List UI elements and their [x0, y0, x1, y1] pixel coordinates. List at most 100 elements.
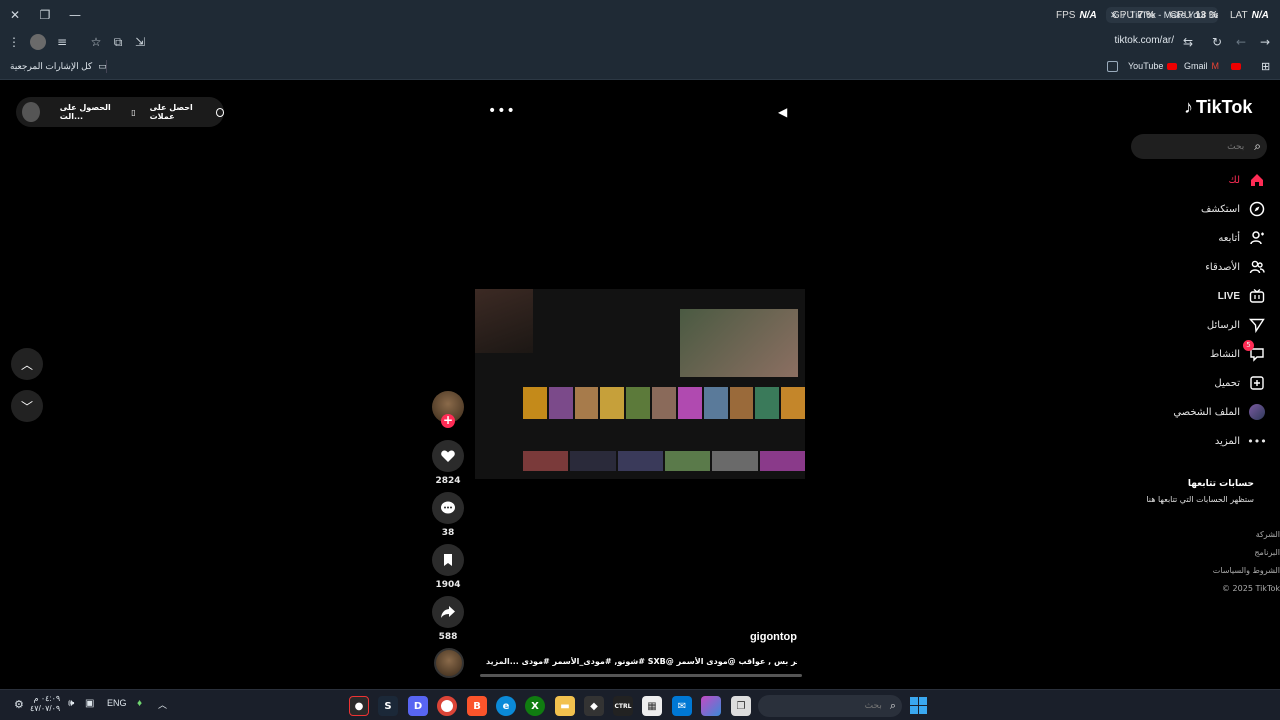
gpu-readout: GPU 7 % — [1112, 10, 1155, 21]
nav-friends[interactable]: الأصدقاء — [1205, 256, 1266, 278]
taskbar-app-chrome[interactable] — [437, 696, 457, 716]
search-box[interactable]: ⌕ — [1131, 134, 1267, 159]
search-input[interactable] — [1148, 141, 1245, 152]
all-bookmarks-folder[interactable]: كل الإشارات المرجعية ▭ — [10, 61, 107, 72]
video-caption-row: المزيد تأخر بس , عواقب @مودى الأسمر @SXB… — [486, 657, 797, 666]
network-icon[interactable]: ▣ — [85, 698, 94, 709]
search-icon[interactable]: ⌕ — [1254, 139, 1261, 154]
comment-icon — [441, 501, 455, 514]
lat-readout: LAT N/A — [1230, 10, 1269, 21]
next-video-button[interactable]: ﹀ — [11, 390, 43, 422]
share-button[interactable] — [432, 596, 464, 628]
user-avatar[interactable] — [22, 102, 40, 122]
footer-copyright: © 2025 TikTok — [1222, 584, 1280, 593]
apps-grid-icon[interactable]: ⊞ — [1261, 60, 1270, 73]
save-button[interactable] — [432, 544, 464, 576]
bookmark-icon — [444, 554, 452, 566]
heart-icon — [441, 450, 455, 462]
taskbar-app-copilot[interactable] — [701, 696, 721, 716]
video-author[interactable]: gigontop — [700, 631, 797, 643]
video-preview-thumbnail — [680, 309, 798, 377]
reload-icon[interactable]: ↻ — [1209, 34, 1225, 50]
clock[interactable]: ٠٤:٠٩ م ٤٧/٠٧/٠٩ — [30, 694, 60, 714]
more-options-icon[interactable]: ••• — [488, 103, 516, 119]
nav-for-you[interactable]: لك — [1229, 169, 1266, 191]
nav-following[interactable]: أتابعه — [1218, 227, 1266, 249]
install-app-icon[interactable]: ⇲ — [132, 34, 148, 50]
bookmark-star-icon[interactable]: ☆ — [88, 34, 104, 50]
site-settings-icon[interactable]: ⇆ — [1180, 34, 1196, 50]
get-app-button[interactable]: الحصول على الت... ▯ — [60, 103, 136, 121]
taskbar-app-recorder[interactable]: ● — [349, 696, 369, 716]
windows-start-icon[interactable] — [910, 697, 927, 714]
minimize-window-icon[interactable]: — — [66, 6, 84, 24]
nav-live[interactable]: LIVE — [1218, 285, 1266, 307]
settings-gear-icon[interactable]: ⚙ — [14, 698, 24, 711]
live-icon — [1248, 287, 1266, 305]
music-disc-avatar[interactable] — [434, 648, 464, 678]
get-coins-button[interactable]: احصل على عملات — [150, 103, 224, 121]
nav-upload[interactable]: تحميل — [1214, 372, 1266, 394]
bookmarks-bar: كل الإشارات المرجعية ▭ YouTube Gmail M ⊞ — [0, 54, 1280, 80]
speaker-icon[interactable]: 🕪 — [68, 698, 74, 709]
chevron-down-icon: ﹀ — [20, 399, 33, 414]
restore-window-icon[interactable]: ❐ — [36, 6, 54, 24]
taskbar-app-explorer[interactable]: ▬ — [555, 696, 575, 716]
follow-plus-icon[interactable]: + — [441, 414, 455, 428]
like-button[interactable] — [432, 440, 464, 472]
taskbar-task-view-icon[interactable]: ❐ — [731, 696, 751, 716]
browser-toolbar: ⋮ ≡ ☆ ⧉ ⇲ tiktok.com/ar/ ⇆ ↻ ← → — [0, 30, 1280, 54]
taskbar-search-icon: ⌕ — [889, 699, 896, 712]
taskbar-app-xbox[interactable]: X — [525, 696, 545, 716]
bookmark-page-icon[interactable] — [1107, 61, 1118, 72]
activity-icon: 5 — [1243, 340, 1266, 363]
forward-icon[interactable]: ← — [1233, 34, 1249, 50]
nav-explore[interactable]: استكشف — [1201, 198, 1266, 220]
profile-avatar-icon[interactable] — [30, 34, 46, 50]
phone-icon: ▯ — [131, 107, 136, 117]
caption-more-link[interactable]: المزيد — [486, 657, 510, 666]
gmail-bookmark[interactable]: Gmail M — [1184, 61, 1219, 71]
nav-profile[interactable]: الملف الشخصي — [1173, 401, 1266, 423]
volume-icon[interactable]: ◀ — [778, 105, 787, 119]
youtube-shortcut-icon[interactable] — [1231, 63, 1241, 70]
youtube-bookmark[interactable]: YouTube — [1128, 61, 1178, 71]
taskbar-app-steam[interactable]: S — [378, 696, 398, 716]
promo-pill: الحصول على الت... ▯ احصل على عملات — [16, 97, 224, 127]
footer-company-link[interactable]: الشركة — [1256, 530, 1280, 539]
taskbar-app-mail[interactable]: ✉ — [672, 696, 692, 716]
comment-count: 38 — [441, 528, 455, 538]
microphone-icon[interactable]: ♦ — [137, 698, 142, 709]
taskbar-search[interactable]: ⌕ — [758, 695, 902, 717]
previous-video-button[interactable]: ︿ — [11, 348, 43, 380]
language-indicator[interactable]: ENG — [107, 698, 127, 708]
taskbar-search-input[interactable] — [781, 701, 882, 711]
menu-dots-icon[interactable]: ⋮ — [6, 34, 22, 50]
taskbar-app-ctrl[interactable]: CTRL — [613, 696, 633, 716]
coin-icon — [215, 107, 224, 117]
profile-icon — [1248, 403, 1266, 421]
video-progress-bar[interactable] — [480, 674, 802, 677]
nav-more[interactable]: المزيد ••• — [1215, 430, 1267, 452]
footer-program-link[interactable]: البرنامج — [1254, 548, 1280, 557]
footer-terms-link[interactable]: الشروط والسياسات — [1213, 566, 1280, 575]
taskbar-app-store[interactable]: ▦ — [642, 696, 662, 716]
taskbar-app-brave[interactable]: B — [467, 696, 487, 716]
tiktok-logo[interactable]: ♪ TikTok — [1184, 97, 1252, 118]
upload-icon — [1248, 374, 1266, 392]
reading-list-icon[interactable]: ≡ — [54, 34, 70, 50]
taskbar-app-edge[interactable]: e — [496, 696, 516, 716]
translate-icon[interactable]: ⧉ — [110, 34, 126, 50]
comment-button[interactable] — [432, 492, 464, 524]
nav-activity[interactable]: النشاط 5 — [1210, 340, 1266, 365]
back-icon[interactable]: → — [1257, 34, 1273, 50]
video-player[interactable] — [475, 289, 805, 479]
taskbar-app-discord[interactable]: D — [408, 696, 428, 716]
taskbar-app-epic[interactable]: ◆ — [584, 696, 604, 716]
tray-overflow-icon[interactable]: ︿ — [158, 698, 167, 711]
close-window-icon[interactable]: ✕ — [6, 6, 24, 24]
following-icon — [1248, 229, 1266, 247]
nav-messages[interactable]: الرسائل — [1207, 314, 1266, 336]
tiktok-page: الحصول على الت... ▯ احصل على عملات ••• ◀… — [0, 81, 1280, 689]
address-bar-url[interactable]: tiktok.com/ar/ — [1040, 35, 1174, 46]
